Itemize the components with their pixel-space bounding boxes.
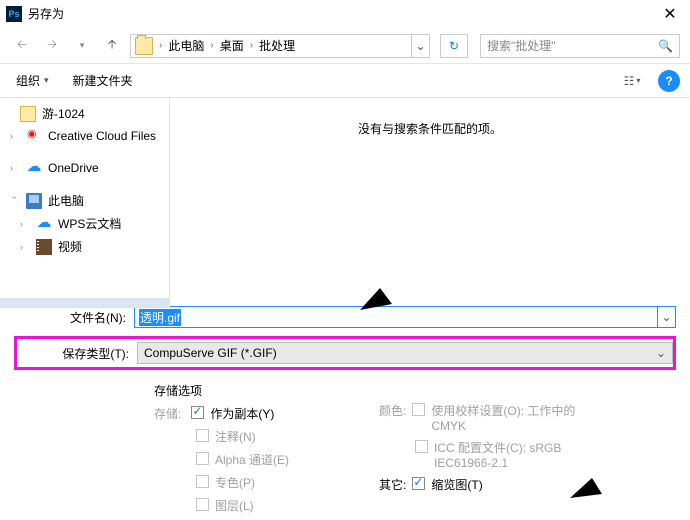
chevron-right-icon: › — [20, 242, 30, 252]
chevron-right-icon[interactable]: › — [208, 40, 215, 51]
sidebar-item-video[interactable]: ›视频 — [0, 235, 169, 258]
spot-checkbox — [196, 475, 209, 488]
chevron-right-icon[interactable]: › — [248, 40, 255, 51]
search-icon: 🔍 — [658, 39, 673, 53]
refresh-button[interactable]: ↻ — [440, 34, 468, 58]
breadcrumb-item[interactable]: 批处理 — [255, 37, 299, 54]
chevron-down-icon: ⌄ — [656, 346, 666, 360]
spot-label: 专色(P) — [215, 474, 255, 491]
help-button[interactable]: ? — [658, 70, 680, 92]
filetype-row: 保存类型(T): CompuServe GIF (*.GIF) ⌄ — [14, 336, 676, 370]
chevron-right-icon: › — [10, 131, 20, 141]
alpha-checkbox — [196, 452, 209, 465]
form-area: 文件名(N): 透明.gif ⌄ 保存类型(T): CompuServe GIF… — [0, 298, 690, 514]
up-button[interactable]: 🡡 — [100, 34, 124, 58]
filename-input[interactable]: 透明.gif — [134, 306, 658, 328]
breadcrumb[interactable]: › 此电脑 › 桌面 › 批处理 ⌄ — [130, 34, 430, 58]
search-input[interactable]: 搜索"批处理" 🔍 — [480, 34, 680, 58]
annotation-label: 注释(N) — [215, 428, 256, 445]
color-label: 颜色: — [379, 402, 406, 419]
filename-label: 文件名(N): — [14, 309, 134, 326]
proof-checkbox — [412, 403, 425, 416]
annotation-checkbox — [196, 429, 209, 442]
photoshop-icon: Ps — [6, 6, 22, 22]
filetype-select[interactable]: CompuServe GIF (*.GIF) ⌄ — [137, 342, 673, 364]
store-label: 存储: — [154, 405, 181, 422]
filename-dropdown[interactable]: ⌄ — [658, 306, 676, 328]
filetype-label: 保存类型(T): — [17, 345, 137, 362]
breadcrumb-dropdown[interactable]: ⌄ — [411, 35, 429, 57]
chevron-right-icon: › — [10, 163, 20, 173]
view-options-button[interactable]: ☷▾ — [618, 70, 646, 92]
sidebar-item-onedrive[interactable]: ›☁OneDrive — [0, 157, 169, 179]
layers-checkbox — [196, 498, 209, 511]
icc-checkbox — [415, 440, 428, 453]
organize-button[interactable]: 组织▾ — [10, 70, 55, 91]
options-header: 存储选项 — [154, 382, 289, 399]
sidebar-item-cc[interactable]: ›Creative Cloud Files — [0, 125, 169, 147]
as-copy-checkbox[interactable] — [191, 406, 204, 419]
new-folder-button[interactable]: 新建文件夹 — [67, 70, 139, 91]
sidebar-item-wps[interactable]: ›☁WPS云文档 — [0, 212, 169, 235]
content-area: 没有与搜索条件匹配的项。 — [170, 98, 690, 298]
video-icon — [36, 239, 52, 255]
pc-icon — [26, 193, 42, 209]
chevron-right-icon: › — [20, 219, 30, 229]
title-bar: Ps 另存为 ✕ — [0, 0, 690, 28]
filename-value: 透明.gif — [139, 309, 181, 326]
as-copy-label: 作为副本(Y) — [210, 405, 274, 422]
window-title: 另存为 — [28, 5, 650, 22]
toolbar: 组织▾ 新建文件夹 ☷▾ ? — [0, 64, 690, 98]
filetype-value: CompuServe GIF (*.GIF) — [144, 346, 277, 360]
cloud-icon: ☁ — [36, 216, 52, 232]
folder-icon — [20, 106, 36, 122]
icc-label: ICC 配置文件(C): sRGB IEC61966-2.1 — [434, 439, 614, 470]
folder-icon — [135, 37, 153, 55]
chevron-down-icon: ▾ — [44, 75, 49, 86]
breadcrumb-item[interactable]: 此电脑 — [164, 37, 208, 54]
sidebar-item-folder[interactable]: 游-1024 — [0, 102, 169, 125]
layers-label: 图层(L) — [215, 497, 254, 514]
cloud-icon: ☁ — [26, 160, 42, 176]
other-label: 其它: — [379, 476, 406, 493]
body: 游-1024 ›Creative Cloud Files ›☁OneDrive … — [0, 98, 690, 298]
search-placeholder: 搜索"批处理" — [487, 37, 658, 54]
sidebar-item-thispc[interactable]: ›此电脑 — [0, 189, 169, 212]
right-options: 颜色: 使用校样设置(O): 工作中的 CMYK ICC 配置文件(C): sR… — [379, 382, 614, 514]
alpha-label: Alpha 通道(E) — [215, 451, 289, 468]
proof-label: 使用校样设置(O): 工作中的 CMYK — [431, 402, 611, 433]
thumbnail-checkbox[interactable] — [412, 477, 425, 490]
chevron-down-icon: › — [10, 196, 20, 206]
sidebar: 游-1024 ›Creative Cloud Files ›☁OneDrive … — [0, 98, 170, 298]
close-button[interactable]: ✕ — [650, 0, 690, 28]
left-options: 存储选项 存储: 作为副本(Y) 注释(N) Alpha 通道(E) 专色(P)… — [154, 382, 289, 514]
recent-button[interactable]: ▾ — [70, 34, 94, 58]
back-button[interactable]: 🡠 — [10, 34, 34, 58]
options-area: 存储选项 存储: 作为副本(Y) 注释(N) Alpha 通道(E) 专色(P)… — [14, 378, 676, 514]
breadcrumb-item[interactable]: 桌面 — [216, 37, 248, 54]
empty-message: 没有与搜索条件匹配的项。 — [358, 120, 502, 137]
creative-cloud-icon — [26, 128, 42, 144]
filename-row: 文件名(N): 透明.gif ⌄ — [14, 306, 676, 328]
thumbnail-label: 缩览图(T) — [431, 476, 482, 493]
nav-bar: 🡠 🡢 ▾ 🡡 › 此电脑 › 桌面 › 批处理 ⌄ ↻ 搜索"批处理" 🔍 — [0, 28, 690, 64]
forward-button[interactable]: 🡢 — [40, 34, 64, 58]
chevron-right-icon[interactable]: › — [157, 40, 164, 51]
